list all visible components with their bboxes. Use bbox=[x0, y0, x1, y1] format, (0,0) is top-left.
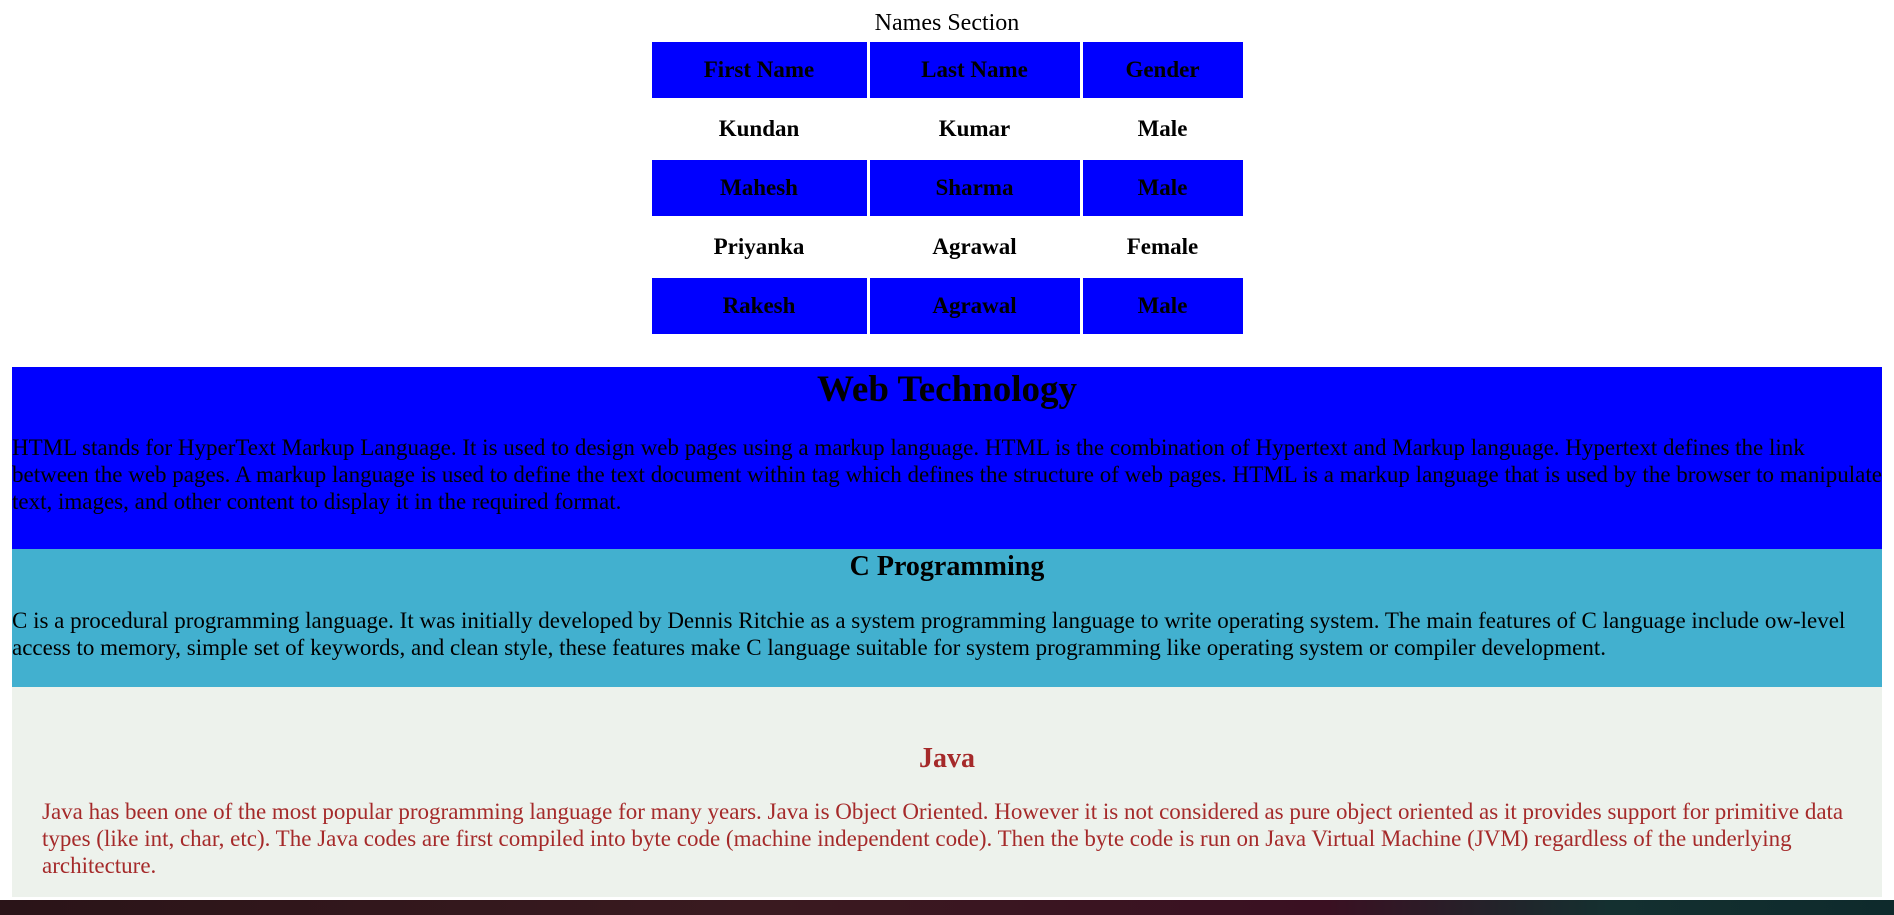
cell-first-name: Priyanka bbox=[713, 234, 805, 259]
cell-last-name: Agrawal bbox=[869, 278, 1080, 334]
cell-first-name: Mahesh bbox=[651, 160, 867, 216]
cell-last-name: Sharma bbox=[869, 160, 1080, 216]
java-body: Java has been one of the most popular pr… bbox=[42, 799, 1844, 878]
web-technology-title: Web Technology bbox=[816, 369, 1078, 410]
web-technology-body: HTML stands for HyperText Markup Languag… bbox=[12, 435, 1882, 514]
cell-gender: Female bbox=[1126, 234, 1199, 259]
cell-gender: Male bbox=[1137, 116, 1188, 141]
table-header-row: First Name Last Name Gender bbox=[651, 42, 1243, 98]
table-row: Mahesh Sharma Male bbox=[651, 160, 1243, 216]
table-row: Priyanka Agrawal Female bbox=[652, 219, 1243, 275]
page: Names Section First Name Last Name Gende… bbox=[0, 0, 1894, 900]
cell-first-name: Kundan bbox=[718, 116, 800, 141]
header-last-name: Last Name bbox=[869, 42, 1080, 98]
c-programming-section: C Programming C is a procedural programm… bbox=[12, 549, 1882, 687]
taskbar-strip bbox=[0, 900, 1894, 915]
c-programming-body: C is a procedural programming language. … bbox=[12, 608, 1846, 660]
table-row: Rakesh Agrawal Male bbox=[651, 278, 1243, 334]
header-gender: Gender bbox=[1082, 42, 1243, 98]
names-table-caption: Names Section bbox=[874, 10, 1020, 36]
header-first-name: First Name bbox=[651, 42, 867, 98]
cell-first-name: Rakesh bbox=[651, 278, 867, 334]
names-table: Names Section First Name Last Name Gende… bbox=[649, 10, 1246, 337]
c-programming-title: C Programming bbox=[849, 551, 1045, 582]
cell-gender: Male bbox=[1082, 160, 1243, 216]
java-section: Java Java has been one of the most popul… bbox=[12, 687, 1882, 897]
table-row: Kundan Kumar Male bbox=[652, 101, 1243, 157]
cell-last-name: Agrawal bbox=[932, 234, 1017, 259]
cell-gender: Male bbox=[1082, 278, 1243, 334]
cell-last-name: Kumar bbox=[938, 116, 1011, 141]
web-technology-section: Web Technology HTML stands for HyperText… bbox=[12, 367, 1882, 549]
java-title: Java bbox=[919, 743, 975, 774]
